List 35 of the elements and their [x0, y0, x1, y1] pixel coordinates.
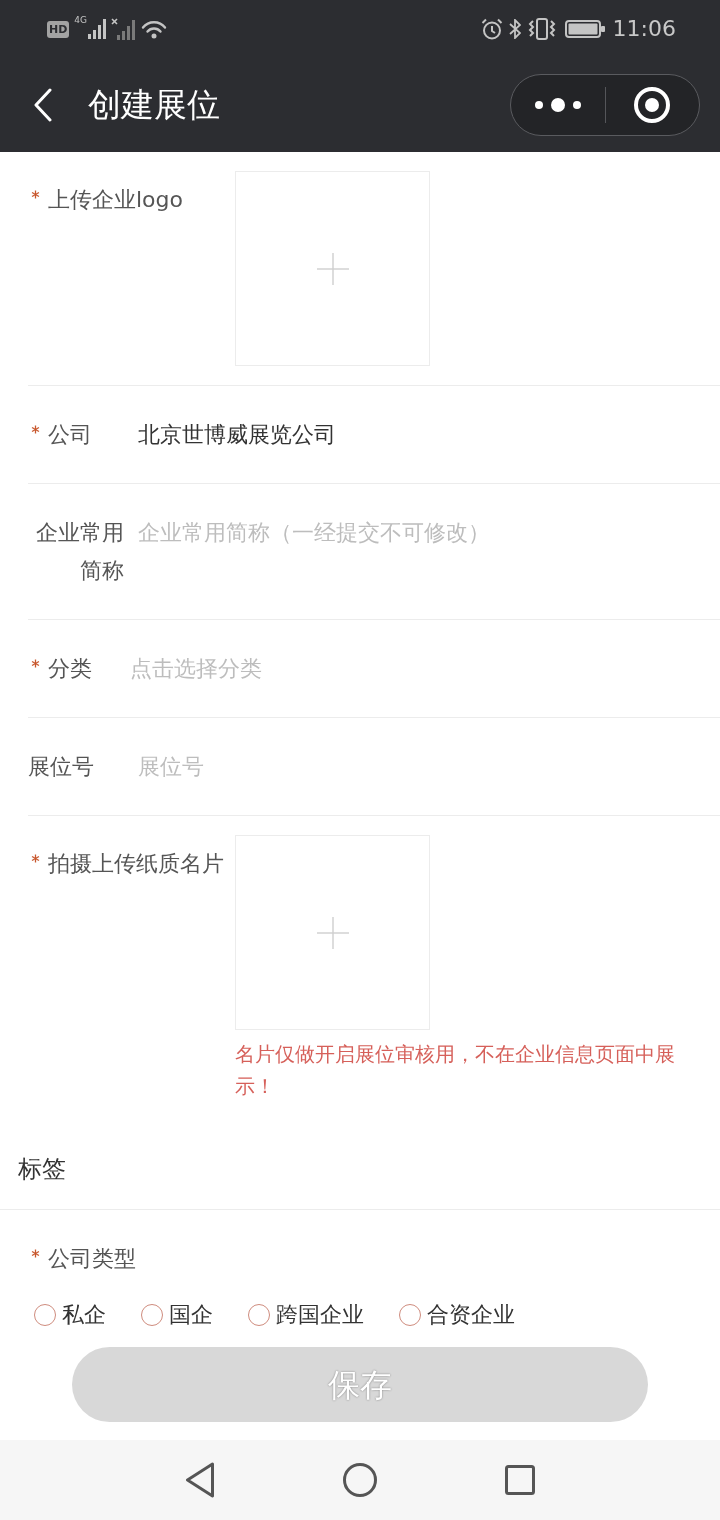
- network-type-label: 4G: [74, 15, 88, 25]
- radio-label[interactable]: 跨国企业: [276, 1296, 364, 1334]
- more-icon[interactable]: [534, 98, 581, 112]
- text-field[interactable]: 北京世博威展览公司: [138, 416, 700, 454]
- battery-icon: [564, 19, 605, 39]
- plus-icon: [316, 252, 349, 285]
- target-icon[interactable]: [634, 87, 671, 123]
- upload-note: 名片仅做开启展位审核用，不在企业信息页面中展示！: [235, 1041, 676, 1100]
- vibrate-icon: [527, 18, 556, 40]
- text-field[interactable]: 企业常用简称（一经提交不可修改）: [138, 514, 700, 552]
- back-icon[interactable]: [185, 1462, 215, 1498]
- field-label: 拍摄上传纸质名片: [48, 850, 224, 878]
- page-title: 创建展位: [88, 85, 220, 125]
- field-label: 分类: [48, 655, 92, 683]
- radio-label[interactable]: 国企: [169, 1296, 213, 1334]
- field-label: 企业常用简称: [35, 519, 124, 585]
- field-label: 展位号: [28, 753, 94, 781]
- section-title: 标签: [18, 1155, 66, 1183]
- field-label: 公司: [48, 421, 92, 449]
- bluetooth-icon: [508, 19, 521, 39]
- wifi-icon: [141, 19, 168, 39]
- radio-label[interactable]: 私企: [62, 1296, 106, 1334]
- signal-icon: [88, 19, 107, 39]
- field-label: 公司类型: [48, 1245, 136, 1273]
- no-signal-icon: [111, 18, 136, 40]
- radio-label[interactable]: 合资企业: [427, 1296, 515, 1334]
- picker-field[interactable]: 点击选择分类: [130, 650, 700, 688]
- field-label: 上传企业logo: [48, 186, 183, 214]
- home-icon[interactable]: [343, 1463, 377, 1497]
- hd-badge: HD: [47, 20, 70, 38]
- recents-icon[interactable]: [505, 1465, 535, 1495]
- clock-time: 11:06: [612, 15, 676, 43]
- alarm-icon: [480, 18, 503, 40]
- plus-icon: [316, 916, 349, 949]
- text-field[interactable]: 展位号: [138, 748, 700, 786]
